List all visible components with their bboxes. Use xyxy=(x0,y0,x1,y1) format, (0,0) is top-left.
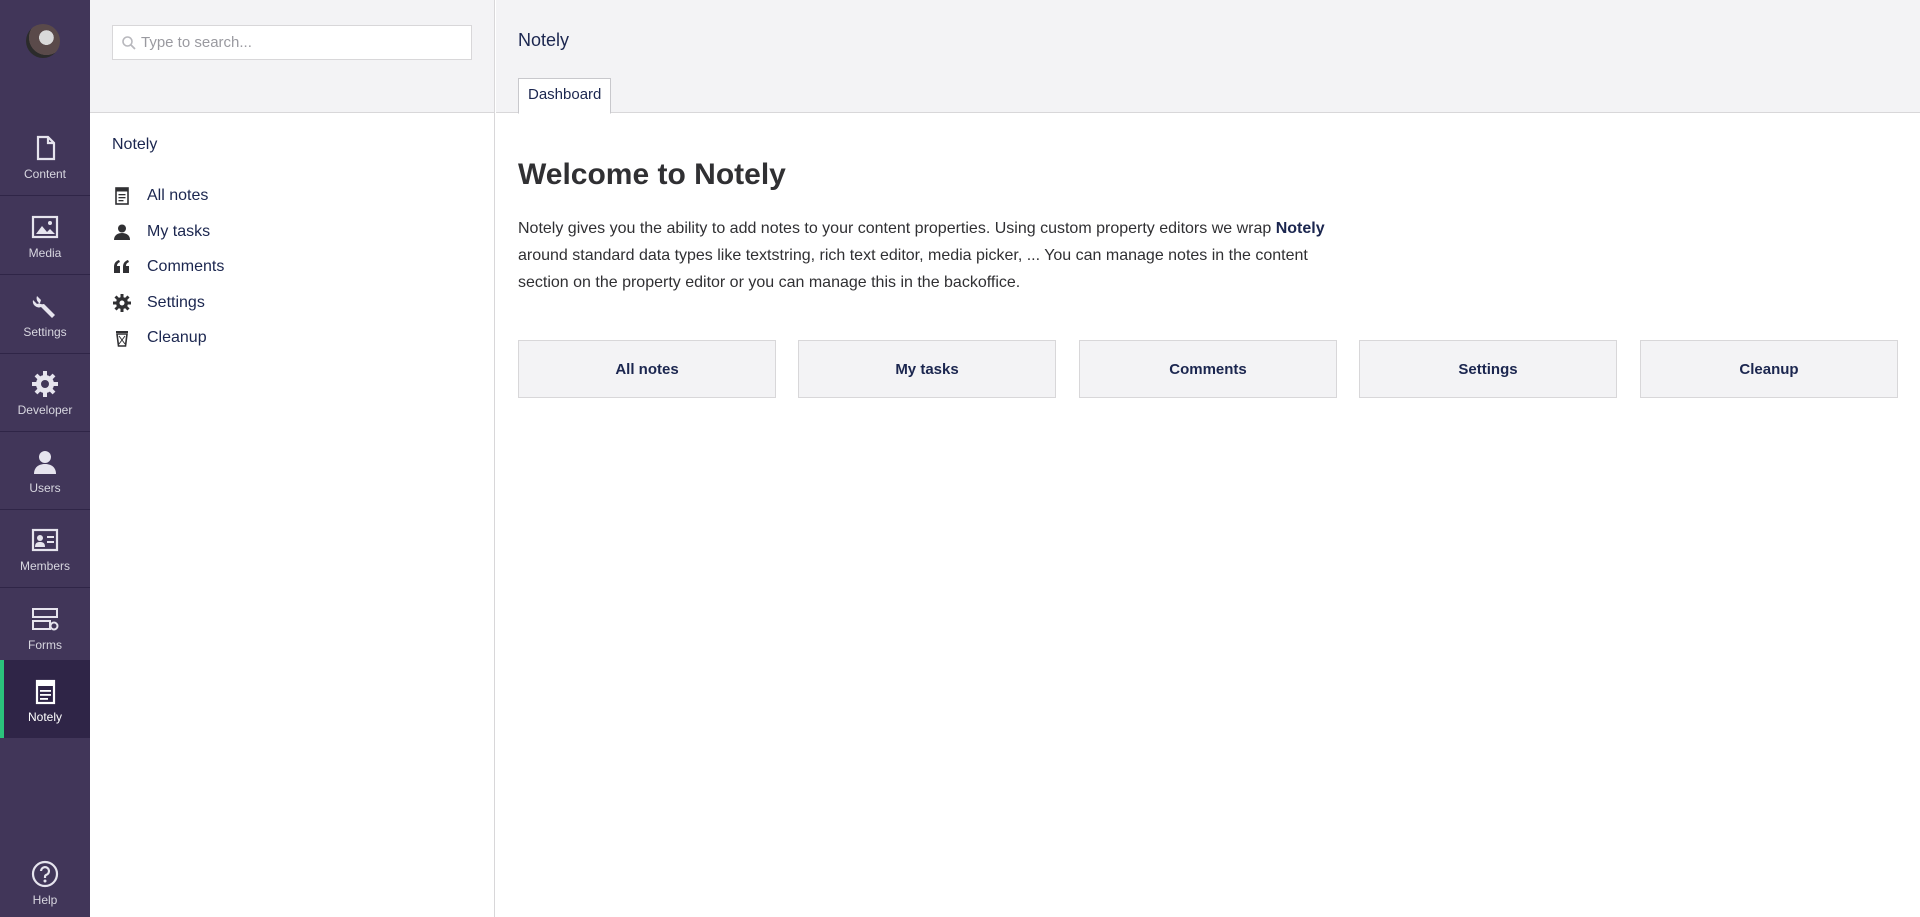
section-forms[interactable]: Forms xyxy=(0,588,90,666)
tree-item-label: Settings xyxy=(147,294,205,311)
intro-text-end: around standard data types like textstri… xyxy=(518,247,1308,291)
my-tasks-button[interactable]: My tasks xyxy=(798,340,1056,398)
cleanup-button[interactable]: Cleanup xyxy=(1640,340,1898,398)
settings-button[interactable]: Settings xyxy=(1359,340,1617,398)
tree-panel: Notely All notes My tasks Comments xyxy=(90,0,495,917)
tree-item-all-notes[interactable]: All notes xyxy=(112,183,472,209)
tree-item-label: My tasks xyxy=(147,223,211,240)
tree-item-my-tasks[interactable]: My tasks xyxy=(112,219,472,245)
intro-text: Notely gives you the ability to add note… xyxy=(518,215,1348,296)
help-label: Help xyxy=(32,893,58,907)
main-content: Notely Dashboard Welcome to Notely Notel… xyxy=(496,0,1920,917)
section-settings[interactable]: Settings xyxy=(0,275,90,353)
intro-text-start: Notely gives you the ability to add note… xyxy=(518,220,1276,237)
main-header: Notely Dashboard xyxy=(496,0,1920,114)
tree-item-cleanup[interactable]: Cleanup xyxy=(112,325,472,351)
section-content-label: Content xyxy=(23,167,67,181)
form-icon xyxy=(32,608,59,631)
section-users-label: Users xyxy=(29,481,61,495)
tree-item-label: Comments xyxy=(147,258,225,275)
section-developer-label: Developer xyxy=(17,403,73,417)
quote-icon xyxy=(114,260,129,273)
tree-title[interactable]: Notely xyxy=(112,136,157,154)
tree-header xyxy=(90,0,494,113)
tree-item-label: All notes xyxy=(147,187,209,204)
help-button[interactable]: Help xyxy=(0,845,90,917)
page-title: Notely xyxy=(518,30,570,50)
id-card-icon xyxy=(31,528,59,552)
notepad-icon xyxy=(115,187,129,205)
welcome-heading: Welcome to Notely xyxy=(518,158,786,191)
document-icon xyxy=(36,135,56,161)
section-content[interactable]: Content xyxy=(0,117,90,195)
tree-item-settings[interactable]: Settings xyxy=(112,290,472,316)
wrench-icon xyxy=(32,296,55,318)
search-input[interactable] xyxy=(141,26,466,59)
trash-icon xyxy=(116,331,128,347)
gear-icon xyxy=(32,371,58,397)
app-sections-rail: Content Media Settings Developer Users M… xyxy=(0,0,90,917)
section-media-label: Media xyxy=(28,246,62,260)
section-members[interactable]: Members xyxy=(0,509,90,587)
notepad-icon xyxy=(35,679,56,705)
help-icon xyxy=(31,860,59,888)
search-box[interactable] xyxy=(112,25,472,60)
section-users[interactable]: Users xyxy=(0,431,90,509)
tree-item-comments[interactable]: Comments xyxy=(112,254,472,280)
section-developer[interactable]: Developer xyxy=(0,353,90,431)
user-icon xyxy=(114,224,130,240)
comments-button[interactable]: Comments xyxy=(1079,340,1337,398)
user-avatar[interactable] xyxy=(26,24,60,58)
intro-text-bold: Notely xyxy=(1275,220,1325,237)
all-notes-button[interactable]: All notes xyxy=(518,340,776,398)
section-members-label: Members xyxy=(19,559,70,573)
search-icon xyxy=(122,36,136,50)
user-icon xyxy=(34,451,56,474)
section-media[interactable]: Media xyxy=(0,196,90,274)
tree-item-label: Cleanup xyxy=(147,329,207,346)
section-notely-label: Notely xyxy=(27,710,62,724)
section-notely[interactable]: Notely xyxy=(0,660,90,738)
section-settings-label: Settings xyxy=(23,325,67,339)
image-icon xyxy=(31,215,59,239)
section-forms-label: Forms xyxy=(28,638,62,652)
tab-dashboard[interactable]: Dashboard xyxy=(518,78,612,114)
gear-icon xyxy=(113,294,131,312)
